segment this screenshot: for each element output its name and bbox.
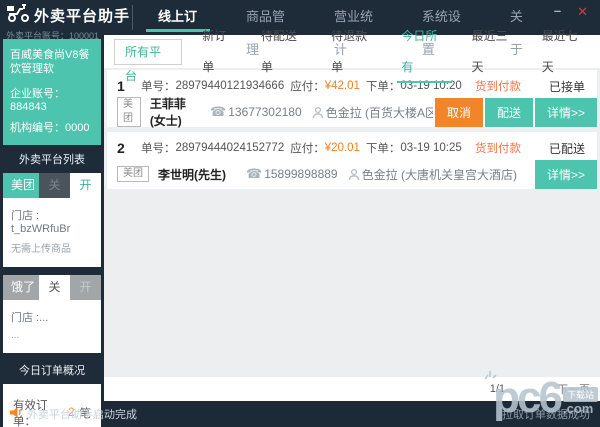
order-list: 1 单号： 28979440121934666 应付： ¥42.01 下单： 0… xyxy=(103,68,600,377)
order-time-label: 下单： xyxy=(365,143,401,155)
order-row: 2 单号： 28979444024152772 应付： ¥20.01 下单： 0… xyxy=(106,132,597,189)
app-brand: 外卖平台助手 外卖平台账号：100001 xyxy=(0,0,134,41)
app-title: 外卖平台助手 xyxy=(34,8,131,25)
customer-phone: 13677302180 xyxy=(228,105,302,119)
tab-today-all[interactable]: 今日所有 xyxy=(389,21,459,83)
phone-icon: ☎ xyxy=(245,166,263,181)
meituan-store-id: 门店 : t_bzWRfuBr xyxy=(11,210,71,235)
payment-method-badge: 货到付款 xyxy=(474,143,521,155)
tab-all-platforms[interactable]: 所有平台 xyxy=(113,38,183,83)
tab-last-3-days[interactable]: 最近三天 xyxy=(460,21,530,83)
details-button[interactable]: 详情>> xyxy=(534,159,597,189)
customer-name: 王菲菲(女士) xyxy=(149,97,186,128)
order-number: 28979444024152772 xyxy=(175,142,285,154)
status-message-right: 拉取订单数据成功 xyxy=(502,409,590,421)
eleme-note: ... xyxy=(11,330,20,341)
order-index: 2 xyxy=(116,140,125,156)
order-status: 已配送 xyxy=(548,141,585,156)
phone-icon: ☎ xyxy=(210,104,227,119)
tab-new-orders[interactable]: 新订单 xyxy=(190,21,249,83)
deliver-button[interactable]: 配送 xyxy=(484,97,533,127)
cancel-button[interactable]: 取消 xyxy=(434,97,483,127)
tab-last-7-days[interactable]: 最近七天 xyxy=(530,21,600,83)
platform-tag: 美团 xyxy=(116,166,149,182)
pagination-bar: 1/1 下一页 xyxy=(103,377,600,401)
tab-pending-delivery[interactable]: 待配送单 xyxy=(249,21,319,83)
platform-name-meituan: 美团 xyxy=(3,173,39,198)
platform-list-header: 外卖平台列表 xyxy=(18,154,85,166)
tab-pending-refund[interactable]: 待退款单 xyxy=(319,21,389,83)
delivery-address: 色金拉 (百货大楼A区相思豆专卖... xyxy=(325,105,433,120)
customer-name: 李世明(先生) xyxy=(157,167,226,182)
company-card: 百威美食尚V8餐饮管理软 企业账号：884843 机构编号：0000 xyxy=(3,39,101,145)
page-indicator: 1/1 xyxy=(489,383,505,395)
order-amount: ¥20.01 xyxy=(324,142,360,154)
details-button[interactable]: 详情>> xyxy=(534,97,597,127)
customer-phone: 15899898889 xyxy=(264,167,338,181)
delivery-address: 色金拉 (大唐机关皇宫大酒店) xyxy=(361,167,517,182)
minimize-button[interactable]: – xyxy=(554,4,561,17)
order-actions: 取消 配送 详情>> xyxy=(433,97,597,127)
eleme-toggle-off[interactable]: 关 xyxy=(38,275,70,300)
sidebar: 百威美食尚V8餐饮管理软 企业账号：884843 机构编号：0000 外卖平台列… xyxy=(0,35,104,427)
person-icon xyxy=(348,168,360,181)
org-number: 机构编号：0000 xyxy=(10,122,90,134)
enterprise-account: 企业账号：884843 xyxy=(10,88,65,113)
delivery-scooter-icon xyxy=(6,3,30,28)
status-message-left: 外卖平台助手启动完成 xyxy=(27,409,137,421)
order-pay-label: 应付： xyxy=(290,143,325,155)
order-no-label: 单号： xyxy=(140,143,176,155)
today-summary-header: 今日订单概况 xyxy=(18,365,85,377)
company-name: 百威美食尚V8餐饮管理软 xyxy=(10,49,90,75)
person-icon xyxy=(312,106,324,119)
platform-tag: 美团 xyxy=(116,97,141,127)
main-area: 所有平台 新订单 待配送单 待退款单 今日所有 最近三天 最近七天 1 单号： … xyxy=(103,29,600,401)
platform-name-eleme: 饿了么 xyxy=(3,275,39,319)
meituan-toggle-on[interactable]: 开 xyxy=(69,173,101,198)
next-page-button[interactable]: 下一页 xyxy=(557,381,590,397)
eleme-toggle-on[interactable]: 开 xyxy=(69,275,101,300)
close-button[interactable]: ✕ xyxy=(577,5,588,18)
meituan-note: 无需上传商品 xyxy=(11,244,71,255)
speaker-icon xyxy=(10,405,21,423)
order-time: 03-19 10:25 xyxy=(400,142,462,154)
order-no-label: 单号： xyxy=(140,81,176,93)
app-window: 外卖平台助手 外卖平台账号：100001 线上订单 商品管理 营业统计 系统设置… xyxy=(0,0,600,427)
platform-panel-eleme: 饿了么 关 开 门店 :... ... xyxy=(3,275,101,353)
order-actions: 详情>> xyxy=(533,159,597,189)
platform-panel-meituan: 美团 关 开 门店 : t_bzWRfuBr 无需上传商品 xyxy=(3,173,101,267)
order-filter-tabs: 所有平台 新订单 待配送单 待退款单 今日所有 最近三天 最近七天 xyxy=(103,29,600,83)
meituan-toggle-off[interactable]: 关 xyxy=(38,173,70,198)
